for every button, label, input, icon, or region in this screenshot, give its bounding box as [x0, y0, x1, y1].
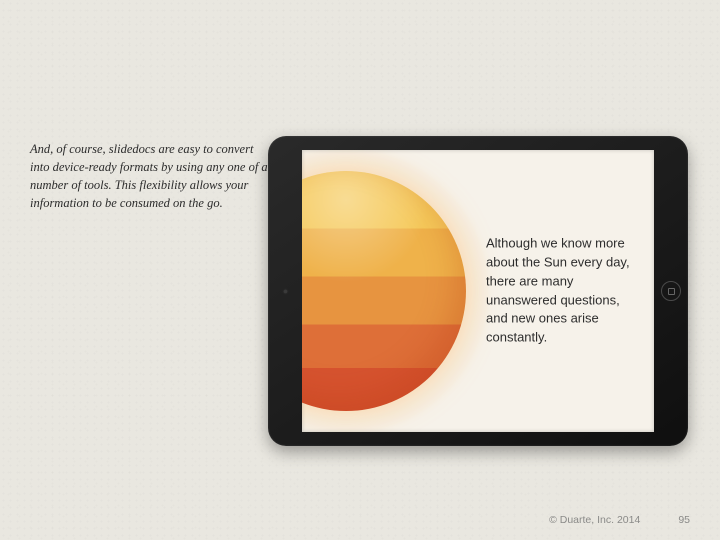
home-button-icon	[661, 281, 681, 301]
slide-footer: © Duarte, Inc. 2014 95	[549, 514, 690, 526]
home-square-icon	[668, 288, 675, 295]
screen-body-text: Although we know more about the Sun ever…	[486, 234, 636, 347]
slide-caption: And, of course, slidedocs are easy to co…	[30, 140, 270, 213]
tablet-bezel-right	[654, 136, 688, 446]
page-number: 95	[678, 514, 690, 526]
tablet-device: Although we know more about the Sun ever…	[268, 136, 688, 446]
tablet-screen: Although we know more about the Sun ever…	[302, 150, 654, 432]
sun-graphic	[302, 171, 466, 411]
tablet-bezel-left	[268, 136, 302, 446]
camera-icon	[283, 289, 288, 294]
copyright-text: © Duarte, Inc. 2014	[549, 514, 640, 526]
